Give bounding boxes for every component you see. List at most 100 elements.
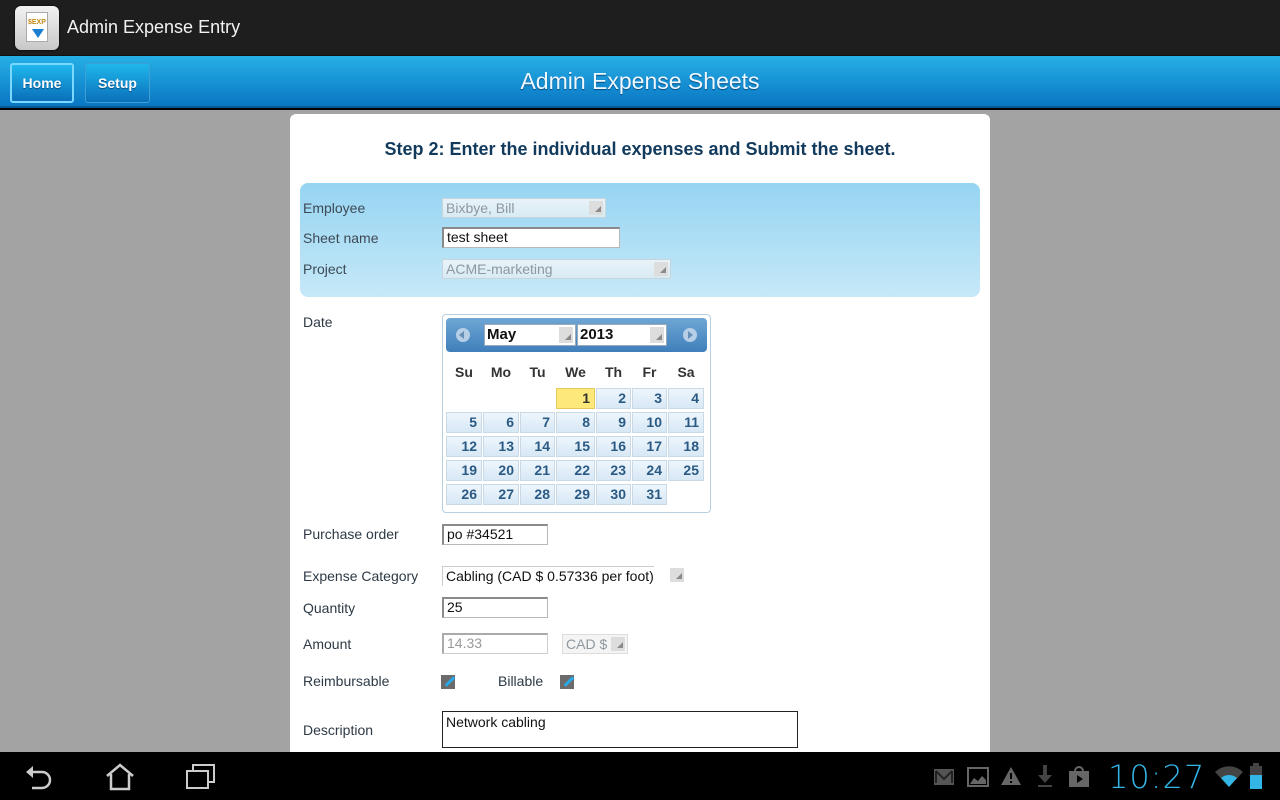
calendar-day[interactable]: 5 xyxy=(446,412,482,433)
amount-input[interactable]: 14.33 xyxy=(442,633,548,654)
calendar-day[interactable]: 13 xyxy=(483,436,519,457)
sheet-name-label: Sheet name xyxy=(303,230,379,246)
app-title-bar: $EXP Admin Expense Entry xyxy=(0,0,1280,56)
calendar-day[interactable]: 25 xyxy=(668,460,704,481)
expense-category-label: Expense Category xyxy=(303,568,419,584)
expense-category-select[interactable]: Cabling (CAD $ 0.57336 per foot) xyxy=(442,566,684,586)
purchase-order-input[interactable]: po #34521 xyxy=(442,524,548,545)
chevron-down-icon xyxy=(654,262,668,276)
employee-select[interactable]: Bixbye, Bill xyxy=(442,198,606,218)
calendar-day[interactable]: 14 xyxy=(520,436,555,457)
calendar-day[interactable]: 19 xyxy=(446,460,482,481)
reimbursable-label: Reimbursable xyxy=(303,673,390,689)
expense-category-value: Cabling (CAD $ 0.57336 per foot) xyxy=(442,566,654,586)
download-arrow-icon xyxy=(32,28,44,38)
calendar-day[interactable]: 6 xyxy=(483,412,519,433)
calendar-day[interactable]: 10 xyxy=(632,412,667,433)
app-title: Admin Expense Entry xyxy=(67,17,241,37)
calendar-day[interactable]: 28 xyxy=(520,484,555,505)
calendar-day[interactable]: 12 xyxy=(446,436,482,457)
chevron-down-icon xyxy=(650,327,664,343)
weekday-header: Fr xyxy=(642,364,657,380)
date-picker: May 2013 Su Mo Tu We Th Fr Sa 1 2 3 4 5 6 7 8 9 10 11 12 13… xyxy=(442,314,711,513)
prev-month-icon[interactable] xyxy=(456,328,470,342)
currency-select[interactable]: CAD $ xyxy=(562,634,628,654)
back-icon[interactable] xyxy=(24,762,56,790)
home-icon[interactable] xyxy=(104,762,136,792)
calendar-day[interactable]: 26 xyxy=(446,484,482,505)
purchase-order-label: Purchase order xyxy=(303,526,399,542)
project-label: Project xyxy=(303,261,347,277)
quantity-label: Quantity xyxy=(303,600,356,616)
calendar-day[interactable]: 20 xyxy=(483,460,519,481)
description-textarea[interactable]: Network cabling xyxy=(442,711,798,748)
weekday-header: We xyxy=(565,364,586,380)
calendar-day[interactable]: 11 xyxy=(668,412,704,433)
year-select[interactable]: 2013 xyxy=(577,324,667,346)
next-month-icon[interactable] xyxy=(683,328,697,342)
calendar-day[interactable]: 29 xyxy=(556,484,595,505)
weekday-header: Mo xyxy=(490,364,512,380)
reimbursable-checkbox[interactable] xyxy=(441,675,455,689)
page-title: Admin Expense Sheets xyxy=(520,68,760,94)
calendar-day[interactable]: 2 xyxy=(596,388,631,409)
weekday-header: Tu xyxy=(529,364,546,380)
calendar-day[interactable]: 31 xyxy=(632,484,667,505)
calendar-day[interactable]: 21 xyxy=(520,460,555,481)
date-label: Date xyxy=(303,314,333,330)
recent-apps-icon[interactable] xyxy=(184,762,218,790)
chevron-down-icon xyxy=(611,637,625,651)
employee-value: Bixbye, Bill xyxy=(446,200,515,216)
document-icon: $EXP xyxy=(26,11,48,42)
calendar-day[interactable]: 3 xyxy=(632,388,667,409)
calendar-day[interactable]: 16 xyxy=(596,436,631,457)
calendar-header: May 2013 xyxy=(446,318,707,352)
gmail-icon[interactable] xyxy=(933,768,955,786)
calendar-day[interactable]: 17 xyxy=(632,436,667,457)
project-value: ACME-marketing xyxy=(446,261,553,277)
billable-label: Billable xyxy=(498,673,544,689)
chevron-down-icon xyxy=(589,201,603,215)
warning-icon[interactable] xyxy=(1000,766,1022,786)
month-value: May xyxy=(487,326,517,343)
download-icon[interactable] xyxy=(1036,764,1054,788)
calendar-day[interactable]: 8 xyxy=(556,412,595,433)
gallery-icon[interactable] xyxy=(967,767,989,787)
expense-form-card: Step 2: Enter the individual expenses an… xyxy=(290,114,990,754)
dollar-symbol: $EXP xyxy=(28,18,46,26)
sheet-name-input[interactable]: test sheet xyxy=(442,227,620,248)
calendar-day[interactable]: 18 xyxy=(668,436,704,457)
battery-icon[interactable] xyxy=(1249,762,1263,790)
wifi-icon[interactable] xyxy=(1214,766,1244,788)
employee-label: Employee xyxy=(303,200,366,216)
amount-label: Amount xyxy=(303,636,352,652)
calendar-day[interactable]: 27 xyxy=(483,484,519,505)
clock[interactable]: 10:27 xyxy=(1108,758,1205,796)
calendar-day[interactable]: 7 xyxy=(520,412,555,433)
quantity-input[interactable]: 25 xyxy=(442,597,548,618)
calendar-day[interactable]: 4 xyxy=(668,388,704,409)
calendar-day[interactable]: 24 xyxy=(632,460,667,481)
project-select[interactable]: ACME-marketing xyxy=(442,259,671,279)
navbar: Home Setup Admin Expense Sheets xyxy=(0,56,1280,108)
expense-app-icon[interactable]: $EXP xyxy=(15,5,59,50)
sheet-info-panel: Employee Bixbye, Bill Sheet name test sh… xyxy=(300,183,980,297)
calendar-day[interactable]: 15 xyxy=(556,436,595,457)
calendar-day[interactable]: 23 xyxy=(596,460,631,481)
month-select[interactable]: May xyxy=(484,324,576,346)
play-store-icon[interactable] xyxy=(1068,764,1090,788)
year-value: 2013 xyxy=(580,326,614,343)
weekday-header: Sa xyxy=(677,364,695,380)
system-navigation-bar: 10:27 xyxy=(0,752,1280,800)
billable-checkbox[interactable] xyxy=(560,675,574,689)
weekday-header: Th xyxy=(604,364,623,380)
chevron-down-icon xyxy=(670,568,684,582)
weekday-header: Su xyxy=(455,364,473,380)
calendar-day[interactable]: 22 xyxy=(556,460,595,481)
calendar-day[interactable]: 30 xyxy=(596,484,631,505)
chevron-down-icon xyxy=(559,327,573,343)
description-label: Description xyxy=(303,722,374,738)
calendar-day-selected[interactable]: 1 xyxy=(556,388,595,409)
calendar-day[interactable]: 9 xyxy=(596,412,631,433)
currency-value: CAD $ xyxy=(566,636,608,652)
